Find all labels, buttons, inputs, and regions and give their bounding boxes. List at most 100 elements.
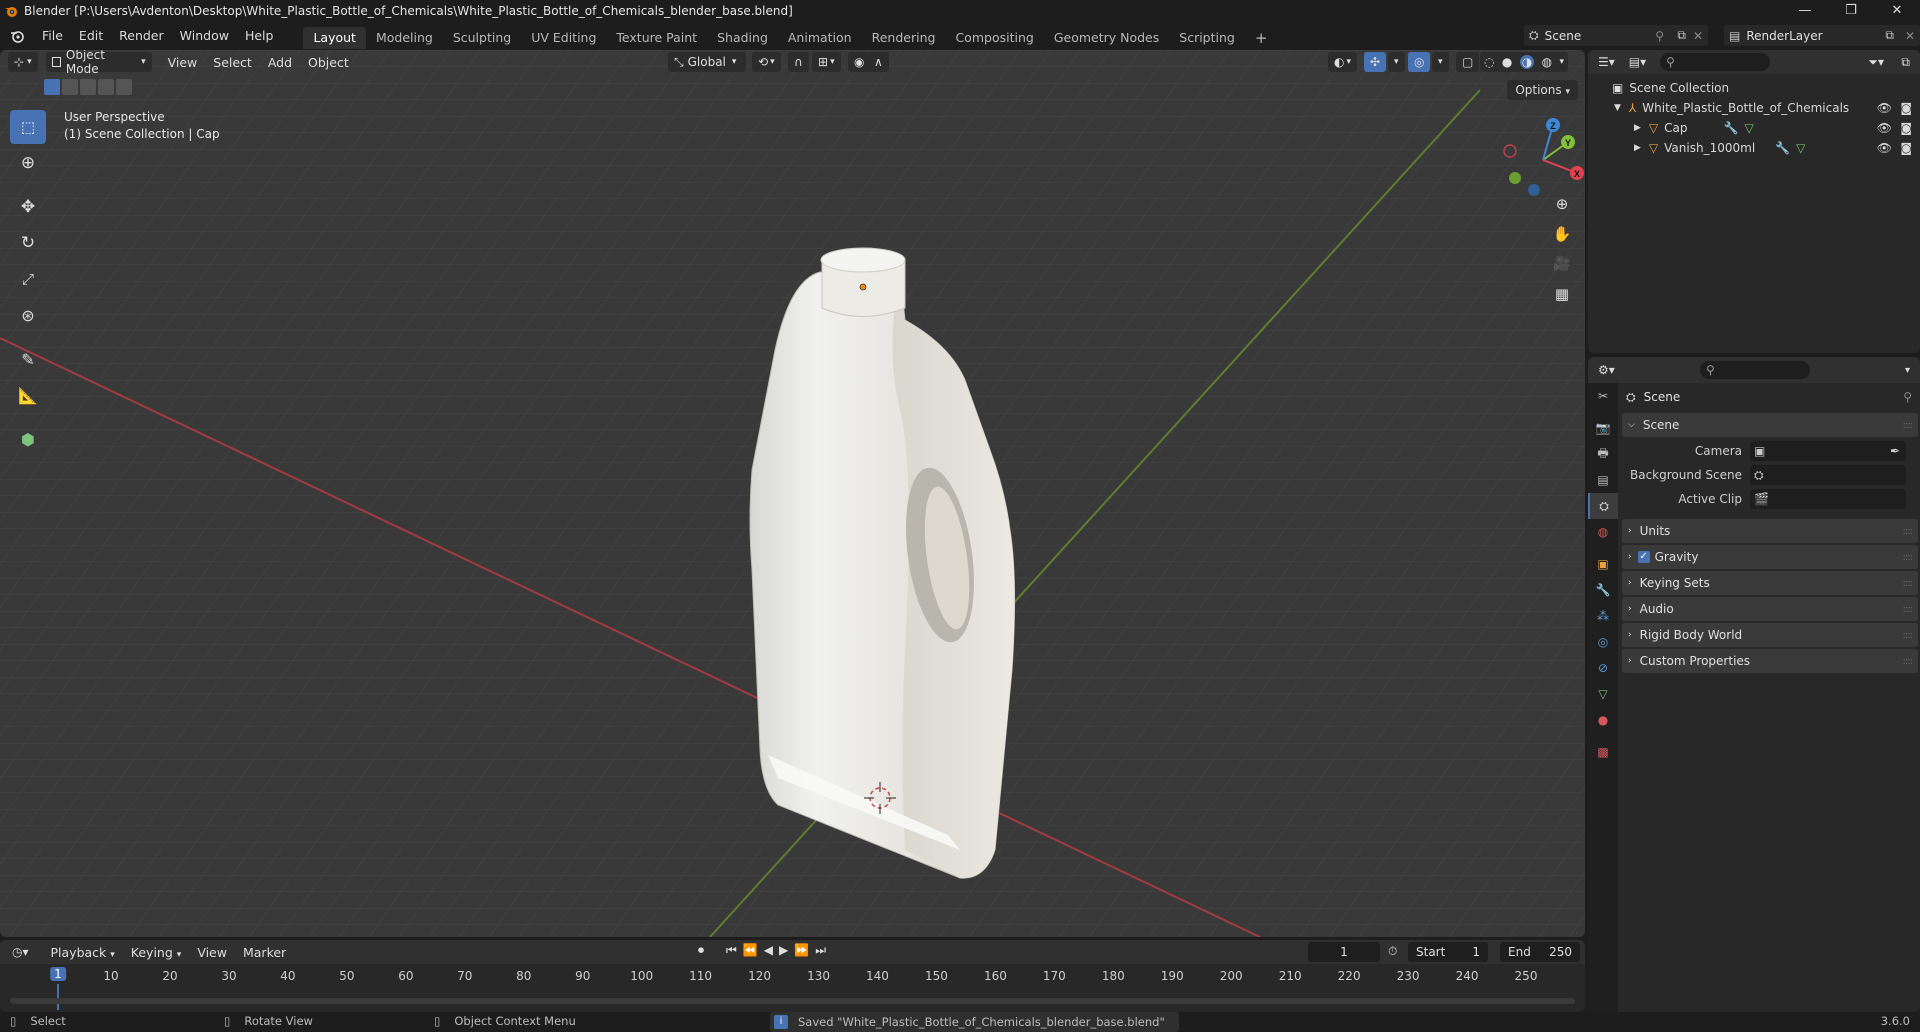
stopwatch-icon[interactable]: ⏱: [1388, 944, 1397, 959]
tab-shading[interactable]: Shading: [707, 27, 778, 49]
material-preview-icon[interactable]: ◑: [1519, 55, 1535, 69]
modifier-wrench-icon[interactable]: 🔧: [1724, 121, 1739, 135]
add-workspace-button[interactable]: +: [1245, 27, 1278, 49]
gravity-checkbox[interactable]: ✓: [1637, 551, 1650, 563]
tab-animation[interactable]: Animation: [778, 27, 862, 49]
display-mode-icon[interactable]: ▤▾: [1629, 55, 1646, 69]
current-frame-field[interactable]: 1: [1308, 942, 1380, 962]
gizmo-toggle[interactable]: ✣: [1364, 52, 1387, 72]
new-scene-icon[interactable]: ⧉: [1677, 28, 1686, 43]
grip-icon[interactable]: ::::: [1903, 420, 1914, 431]
play-reverse-icon[interactable]: ◀: [764, 943, 773, 958]
pan-button[interactable]: ✋: [1548, 220, 1576, 248]
rotate-tool[interactable]: ↻: [10, 226, 46, 260]
outliner-editor-icon[interactable]: ☰▾: [1598, 55, 1615, 69]
menu-file[interactable]: File: [34, 22, 71, 49]
camera-field[interactable]: ▣ ✒: [1750, 441, 1906, 461]
gizmo-z-label[interactable]: Z: [1550, 121, 1556, 131]
outliner-row-scene-collection[interactable]: ▣ Scene Collection: [1588, 78, 1920, 98]
select-box-tool[interactable]: ⬚: [10, 110, 46, 144]
render-camera-icon[interactable]: ◙: [1900, 141, 1912, 155]
mesh-data-icon[interactable]: ▽: [1744, 121, 1753, 135]
delete-layer-icon[interactable]: ✕: [1905, 29, 1915, 43]
panel-scene[interactable]: ⌵ Scene ::::: [1622, 413, 1918, 437]
outliner-row-cap[interactable]: ▶ ▽ Cap 🔧 ▽ 👁 ◙: [1588, 118, 1920, 138]
tab-geometry-nodes[interactable]: Geometry Nodes: [1044, 27, 1169, 49]
tab-data[interactable]: ▽: [1588, 681, 1618, 707]
jump-keyframe-back-icon[interactable]: ⏪: [743, 943, 758, 958]
jump-start-icon[interactable]: ⏮: [726, 943, 737, 958]
panel-custom-properties[interactable]: › Custom Properties ::::: [1622, 649, 1918, 673]
pin-icon[interactable]: ⚲: [1903, 390, 1912, 404]
transform-tool[interactable]: ⊛: [10, 298, 46, 332]
timeline-scrollbar[interactable]: [10, 998, 1575, 1004]
viewport-scene[interactable]: [0, 50, 1585, 937]
panel-gravity[interactable]: › ✓ Gravity ::::: [1622, 545, 1918, 569]
gizmo-x-label[interactable]: X: [1574, 169, 1580, 179]
3d-viewport[interactable]: ⊹ ▾ Object Mode ▾ View Select Add Object …: [0, 50, 1585, 937]
shading-modes[interactable]: ◌ ● ◑ ◍ ▾: [1480, 52, 1568, 72]
panel-units[interactable]: › Units ::::: [1622, 519, 1918, 543]
grip-icon[interactable]: ::::: [1903, 552, 1914, 563]
collapse-arrow-icon[interactable]: ▶: [1634, 123, 1641, 133]
minimize-button[interactable]: —: [1782, 0, 1828, 22]
tab-scene[interactable]: ⛭: [1588, 493, 1618, 519]
grip-icon[interactable]: ::::: [1903, 526, 1914, 537]
options-button[interactable]: Options ▾: [1507, 80, 1578, 100]
tab-uv-editing[interactable]: UV Editing: [521, 27, 606, 49]
tab-physics[interactable]: ◎: [1588, 629, 1618, 655]
new-collection-icon[interactable]: ⧉: [1901, 55, 1910, 70]
falloff-button[interactable]: ∧: [868, 52, 889, 72]
tab-compositing[interactable]: Compositing: [945, 27, 1043, 49]
annotate-tool[interactable]: ✎: [10, 342, 46, 376]
panel-rigid-body-world[interactable]: › Rigid Body World ::::: [1622, 623, 1918, 647]
transform-orientation-selector[interactable]: ⤡ Global ▾: [668, 52, 746, 72]
playhead-line[interactable]: [57, 984, 59, 1010]
status-report[interactable]: i Saved "White_Plastic_Bottle_of_Chemica…: [770, 1012, 1179, 1032]
tab-rendering[interactable]: Rendering: [862, 27, 946, 49]
outliner-search-input[interactable]: ⚲: [1660, 53, 1771, 71]
menu-render[interactable]: Render: [111, 22, 172, 49]
tab-modifiers[interactable]: 🔧: [1588, 577, 1618, 603]
tab-output[interactable]: 🖶: [1588, 441, 1618, 467]
tab-constraints[interactable]: ⊘: [1588, 655, 1618, 681]
gizmo-y-label[interactable]: Y: [1565, 138, 1571, 148]
modifier-wrench-icon[interactable]: 🔧: [1775, 141, 1790, 155]
scale-tool[interactable]: ⤢: [10, 262, 46, 296]
tab-scripting[interactable]: Scripting: [1169, 27, 1245, 49]
record-icon[interactable]: ⏺: [698, 943, 704, 958]
pivot-point-button[interactable]: ⟲ ▾: [752, 52, 781, 72]
snap-target-button[interactable]: ⊞ ▾: [812, 52, 841, 72]
panel-audio[interactable]: › Audio ::::: [1622, 597, 1918, 621]
add-cube-tool[interactable]: ⬢: [10, 422, 46, 456]
play-icon[interactable]: ▶: [779, 943, 788, 958]
eye-icon[interactable]: 👁: [1877, 141, 1892, 155]
close-button[interactable]: ✕: [1874, 0, 1920, 22]
blender-menu-icon[interactable]: [0, 29, 34, 43]
collapse-arrow-icon[interactable]: ▶: [1634, 143, 1641, 153]
navigation-gizmo[interactable]: Z Y X: [1498, 112, 1585, 202]
cursor-tool[interactable]: ⊕: [10, 146, 46, 180]
menu-view[interactable]: View: [160, 55, 206, 70]
menu-timeline-view[interactable]: View: [189, 945, 235, 960]
jump-end-icon[interactable]: ⏭: [815, 943, 826, 958]
tab-world[interactable]: ◍: [1588, 519, 1618, 545]
tab-modeling[interactable]: Modeling: [366, 27, 443, 49]
timeline-editor-icon[interactable]: ◷▾: [12, 945, 29, 959]
visibility-selectability-button[interactable]: ◐ ▾: [1328, 52, 1358, 72]
solid-shading-icon[interactable]: ●: [1502, 55, 1512, 69]
grip-icon[interactable]: ::::: [1903, 604, 1914, 615]
overlays-dropdown[interactable]: ▾: [1432, 52, 1449, 72]
options-chevron-icon[interactable]: ▾: [1905, 365, 1910, 376]
expand-arrow-icon[interactable]: ▼: [1614, 103, 1621, 113]
rendered-shading-icon[interactable]: ◍: [1542, 55, 1552, 69]
eye-icon[interactable]: 👁: [1877, 121, 1892, 135]
outliner-row-vanish[interactable]: ▶ ▽ Vanish_1000ml 🔧 ▽ 👁 ◙: [1588, 138, 1920, 158]
tab-texture-paint[interactable]: Texture Paint: [606, 27, 707, 49]
orthographic-toggle[interactable]: ▦: [1548, 280, 1576, 308]
render-camera-icon[interactable]: ◙: [1900, 101, 1912, 115]
tab-render[interactable]: 📷: [1588, 415, 1618, 441]
select-new-icon[interactable]: [44, 79, 60, 95]
menu-keying[interactable]: Keying ▾: [123, 945, 190, 960]
playhead-frame[interactable]: 1: [50, 967, 66, 981]
